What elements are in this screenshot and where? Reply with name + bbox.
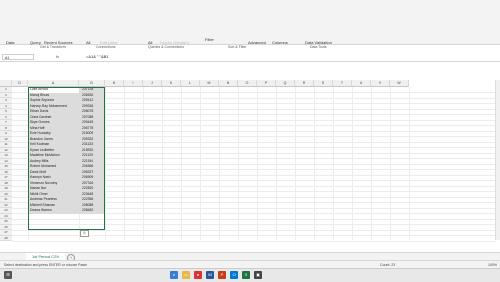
- row-header[interactable]: 28: [0, 235, 12, 241]
- column-header[interactable]: S: [314, 80, 333, 87]
- select-all-corner[interactable]: [0, 80, 12, 87]
- name-box[interactable]: A1: [2, 54, 34, 60]
- ribbon-group-label: Queries & Connections: [148, 45, 184, 49]
- column-header[interactable]: U: [352, 80, 371, 87]
- column-header[interactable]: N: [219, 80, 238, 87]
- fx-icon[interactable]: fx: [56, 54, 59, 59]
- column-header[interactable]: K: [162, 80, 181, 87]
- formula-bar: A1 fx =A1& " "&B1: [0, 53, 500, 62]
- ribbon-item[interactable]: Advanced: [248, 40, 266, 45]
- gridline: [12, 240, 496, 242]
- outlook-icon[interactable]: O: [230, 271, 238, 279]
- selection-outline: [28, 87, 105, 230]
- column-header[interactable]: Q: [276, 80, 295, 87]
- ribbon-group-label: Connections: [96, 45, 116, 49]
- column-header[interactable]: O: [238, 80, 257, 87]
- word-icon[interactable]: W: [206, 271, 214, 279]
- vertical-scrollbar[interactable]: [495, 80, 500, 240]
- column-header[interactable]: V: [371, 80, 390, 87]
- app-icon[interactable]: ▣: [254, 271, 262, 279]
- column-header[interactable]: W: [390, 80, 409, 87]
- folder-icon[interactable]: ▭: [182, 271, 190, 279]
- column-header[interactable]: J: [143, 80, 162, 87]
- ribbon-item[interactable]: All: [86, 40, 90, 45]
- ribbon-item[interactable]: Columns: [272, 40, 288, 45]
- ribbon-item[interactable]: Filter: [205, 37, 214, 42]
- column-header[interactable]: D: [12, 80, 28, 87]
- column-header[interactable]: A: [28, 80, 79, 87]
- column-header[interactable]: P: [257, 80, 276, 87]
- column-header[interactable]: T: [333, 80, 352, 87]
- ribbon-group-label: Get & Transform: [40, 45, 66, 49]
- excel-icon[interactable]: X: [242, 271, 250, 279]
- column-header[interactable]: B: [79, 80, 105, 87]
- column-header[interactable]: R: [295, 80, 314, 87]
- ribbon-item[interactable]: Data: [6, 40, 14, 45]
- app-icon[interactable]: ●: [194, 271, 202, 279]
- column-header[interactable]: M: [200, 80, 219, 87]
- start-icon[interactable]: ⊞: [4, 271, 12, 279]
- column-header[interactable]: I: [124, 80, 143, 87]
- paste-options-button[interactable]: ⎘: [80, 230, 89, 237]
- powerpoint-icon[interactable]: P: [218, 271, 226, 279]
- column-header[interactable]: L: [181, 80, 200, 87]
- ribbon-group-label: Sort & Filter: [228, 45, 247, 49]
- edge-icon[interactable]: e: [170, 271, 178, 279]
- taskbar: ⊞ e ▭ ● W P O X ▣: [0, 268, 500, 282]
- ribbon-group-label: Data Tools: [310, 45, 327, 49]
- ribbon: Data Query Recent Sources All Edit Links…: [0, 0, 500, 45]
- column-header[interactable]: H: [105, 80, 124, 87]
- formula-input[interactable]: =A1& " "&B1: [86, 54, 109, 59]
